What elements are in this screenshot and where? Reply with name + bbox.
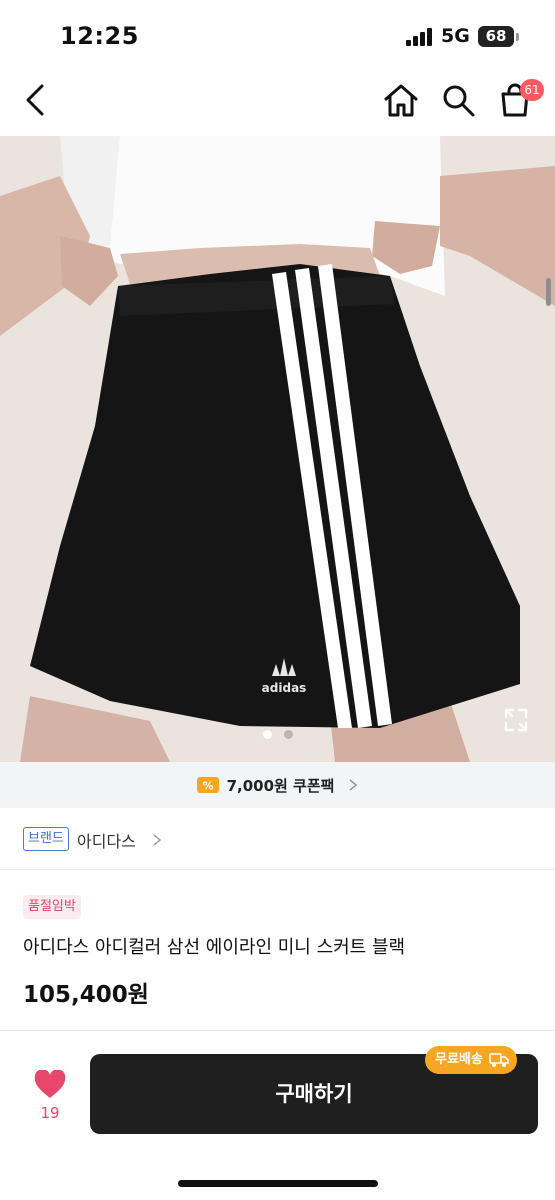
pager-dot[interactable] bbox=[283, 730, 293, 739]
search-icon[interactable] bbox=[440, 82, 476, 118]
network-type: 5G bbox=[441, 25, 470, 47]
coupon-icon-label: % bbox=[202, 780, 213, 793]
logo-text: adidas bbox=[262, 681, 307, 695]
scroll-indicator bbox=[546, 278, 551, 306]
top-nav bbox=[0, 62, 555, 136]
coupon-label: 7,000원 쿠폰팩 bbox=[226, 776, 335, 795]
back-icon[interactable] bbox=[18, 80, 54, 120]
battery-cap bbox=[516, 33, 519, 41]
coupon-banner[interactable]: % 7,000원 쿠폰팩 bbox=[0, 762, 555, 808]
home-icon[interactable] bbox=[382, 82, 420, 118]
battery-icon: 68 bbox=[478, 26, 514, 47]
product-photo: adidas bbox=[0, 136, 555, 762]
image-pager bbox=[0, 724, 555, 743]
soldout-soon-badge: 품절임박 bbox=[23, 895, 81, 919]
bottom-action-bar: 19 구매하기 무료배송 bbox=[0, 1038, 555, 1200]
like-count: 19 bbox=[40, 1104, 60, 1122]
truck-icon bbox=[489, 1053, 509, 1067]
chevron-right-icon bbox=[153, 834, 161, 846]
status-time: 12:25 bbox=[60, 22, 139, 50]
free-shipping-label: 무료배송 bbox=[435, 1052, 483, 1067]
chevron-right-icon bbox=[349, 779, 358, 791]
brand-row[interactable]: 브랜드 아디다스 bbox=[0, 808, 555, 870]
home-indicator bbox=[178, 1180, 378, 1187]
brand-tag: 브랜드 bbox=[23, 827, 69, 851]
product-image[interactable]: adidas bbox=[0, 136, 555, 762]
heart-icon[interactable] bbox=[34, 1070, 66, 1100]
expand-icon[interactable] bbox=[502, 706, 530, 734]
status-bar: 12:25 5G 68 bbox=[0, 0, 555, 62]
product-price: 105,400원 bbox=[23, 982, 149, 1008]
cart-count-badge: 61 bbox=[520, 79, 544, 101]
product-title: 아디다스 아디컬러 삼선 에이라인 미니 스커트 블랙 bbox=[23, 937, 406, 958]
pager-dot-active[interactable] bbox=[262, 730, 272, 739]
section-divider bbox=[0, 1030, 555, 1038]
coupon-icon: % bbox=[196, 777, 219, 793]
signal-icon bbox=[406, 28, 432, 46]
free-shipping-badge: 무료배송 bbox=[425, 1046, 517, 1074]
brand-name[interactable]: 아디다스 bbox=[77, 828, 136, 852]
